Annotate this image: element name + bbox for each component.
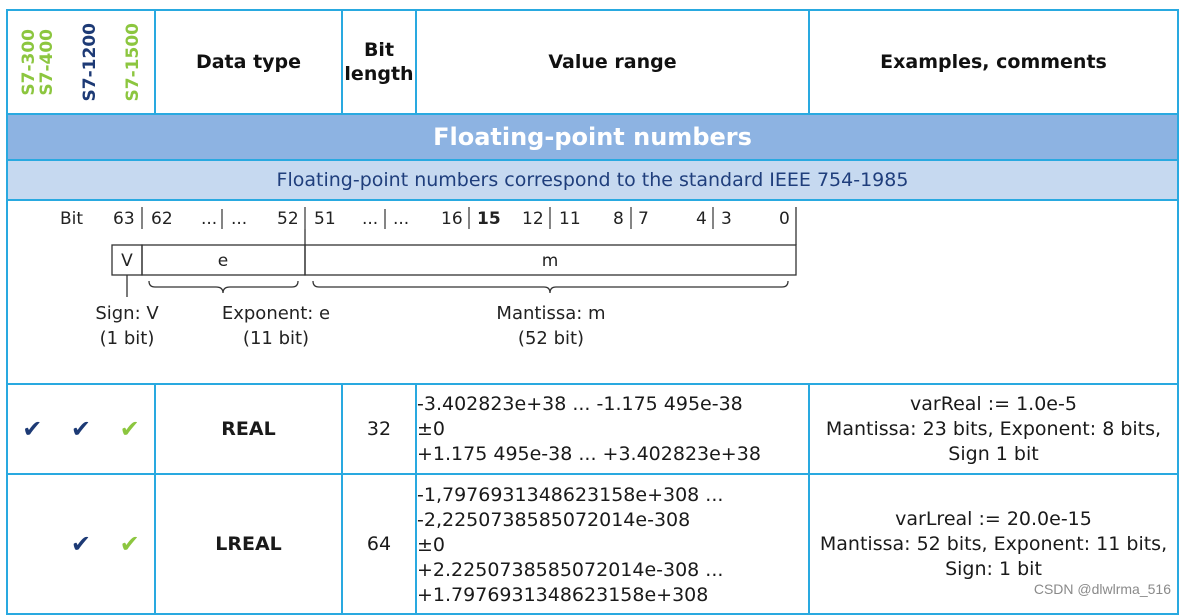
plc-col-s7-1500: S7-1500 (122, 22, 143, 102)
bit-num-0: 0 (779, 209, 790, 229)
range-line: ±0 (417, 534, 446, 556)
sign-label: Sign: V (95, 303, 159, 324)
comment-cell: varReal := 1.0e-5 Mantissa: 23 bits, Exp… (808, 383, 1179, 475)
range-line: -2,2250738585072014e-308 (417, 509, 691, 531)
comment-line: Mantissa: 23 bits, Exponent: 8 bits, (825, 417, 1162, 440)
range-line: -3.402823e+38 ... -1.175 495e-38 (417, 392, 743, 415)
comment-line: Sign 1 bit (948, 442, 1039, 465)
bit-num-3: 3 (721, 209, 732, 229)
watermark: CSDN @dlwlrma_516 (1033, 581, 1171, 597)
sign-bits: (1 bit) (100, 328, 155, 349)
plc-label-s7-400: S7-400 (37, 28, 58, 96)
comment-line: Mantissa: 52 bits, Exponent: 11 bits, (819, 533, 1168, 555)
plc-support-cell: ✔ ✔ (6, 473, 156, 615)
check-s7-1500: ✔ (119, 530, 140, 558)
examples-header: Examples, comments (808, 9, 1179, 115)
section-subtitle: Floating-point numbers correspond to the… (6, 159, 1179, 201)
bit-num-4: 4 (696, 209, 707, 229)
bit-num-dots-4: ... (393, 209, 409, 229)
bit-num-51: 51 (314, 209, 336, 229)
mantissa-label: Mantissa: m (496, 303, 605, 324)
type-cell: LREAL (154, 473, 343, 615)
table-row: ✔ ✔ LREAL 64 -1,7976931348623158e+308 ..… (6, 473, 1179, 615)
bit-num-dots-3: ... (362, 209, 378, 229)
section-title: Floating-point numbers (6, 113, 1179, 161)
bit-length-header: Bit length (341, 9, 417, 115)
field-v-label: V (121, 251, 133, 271)
range-line: +2.2250738585072014e-308 ... (417, 559, 724, 581)
bit-layout-cell: Bit 63 62 ... ... 52 51 ... ... 16 15 12… (6, 199, 1179, 385)
subsection-row: Floating-point numbers correspond to the… (6, 159, 1179, 201)
data-type-table: S7-300 S7-400 S7-1200 S7-1500 Data type … (6, 9, 1179, 615)
comment-line: varReal := 1.0e-5 (910, 392, 1077, 415)
bit-num-52: 52 (277, 209, 299, 229)
check-s7-1200: ✔ (70, 415, 92, 443)
value-range-header: Value range (415, 9, 810, 115)
check-s7-1200: ✔ (70, 530, 92, 558)
bit-length-header-line1: Bit (363, 39, 395, 61)
table-row: ✔ ✔ ✔ REAL 32 -3.402823e+38 ... -1.175 4… (6, 383, 1179, 475)
exponent-bits: (11 bit) (243, 328, 309, 349)
range-line: +1.7976931348623158e+308 (417, 584, 709, 606)
comment-line: varLreal := 20.0e-15 (895, 508, 1092, 530)
bit-num-63: 63 (113, 209, 135, 229)
bit-num-7: 7 (638, 209, 649, 229)
check-s7-300-400: ✔ (22, 415, 43, 443)
bit-num-12: 12 (522, 209, 544, 229)
bit-num-dots-1: ... (201, 209, 217, 229)
type-cell: REAL (154, 383, 343, 475)
section-row: Floating-point numbers (6, 113, 1179, 161)
mantissa-bits: (52 bit) (518, 328, 584, 349)
plc-label-s7-300: S7-300 (19, 28, 40, 96)
bit-num-15: 15 (477, 209, 501, 229)
bit-length-header-line2: length (344, 63, 414, 85)
check-s7-1500: ✔ (119, 415, 140, 443)
comment-line: Sign: 1 bit (945, 558, 1042, 580)
bit-layout-diagram: Bit 63 62 ... ... 52 51 ... ... 16 15 12… (60, 207, 797, 349)
plc-header-cell: S7-300 S7-400 S7-1200 S7-1500 (6, 9, 156, 115)
bits-cell: 32 (341, 383, 417, 475)
bit-num-11: 11 (559, 209, 581, 229)
bit-num-16: 16 (441, 209, 463, 229)
bit-num-62: 62 (151, 209, 173, 229)
data-type-header: Data type (154, 9, 343, 115)
exponent-label: Exponent: e (222, 303, 330, 324)
mantissa-brace (312, 280, 789, 294)
bit-layout-row: Bit 63 62 ... ... 52 51 ... ... 16 15 12… (6, 199, 1179, 385)
field-e-label: e (218, 251, 228, 271)
header-row: S7-300 S7-400 S7-1200 S7-1500 Data type … (6, 9, 1179, 115)
range-line: -1,7976931348623158e+308 ... (417, 484, 724, 506)
exponent-brace (148, 280, 299, 294)
bit-num-dots-2: ... (231, 209, 247, 229)
bit-axis-label: Bit (60, 209, 83, 229)
plc-col-s7-1200: S7-1200 (79, 22, 100, 102)
plc-label-s7-1200: S7-1200 (79, 22, 100, 102)
range-line: +1.175 495e-38 ... +3.402823e+38 (417, 442, 761, 465)
plc-col-s7-300-400: S7-300 S7-400 (19, 28, 58, 96)
range-cell: -3.402823e+38 ... -1.175 495e-38 ±0 +1.1… (415, 383, 810, 475)
range-cell: -1,7976931348623158e+308 ... -2,22507385… (415, 473, 810, 615)
range-line: ±0 (417, 417, 446, 440)
bits-cell: 64 (341, 473, 417, 615)
bit-num-8: 8 (613, 209, 624, 229)
plc-label-s7-1500: S7-1500 (122, 22, 143, 102)
field-m-label: m (542, 251, 559, 271)
plc-support-cell: ✔ ✔ ✔ (6, 383, 156, 475)
